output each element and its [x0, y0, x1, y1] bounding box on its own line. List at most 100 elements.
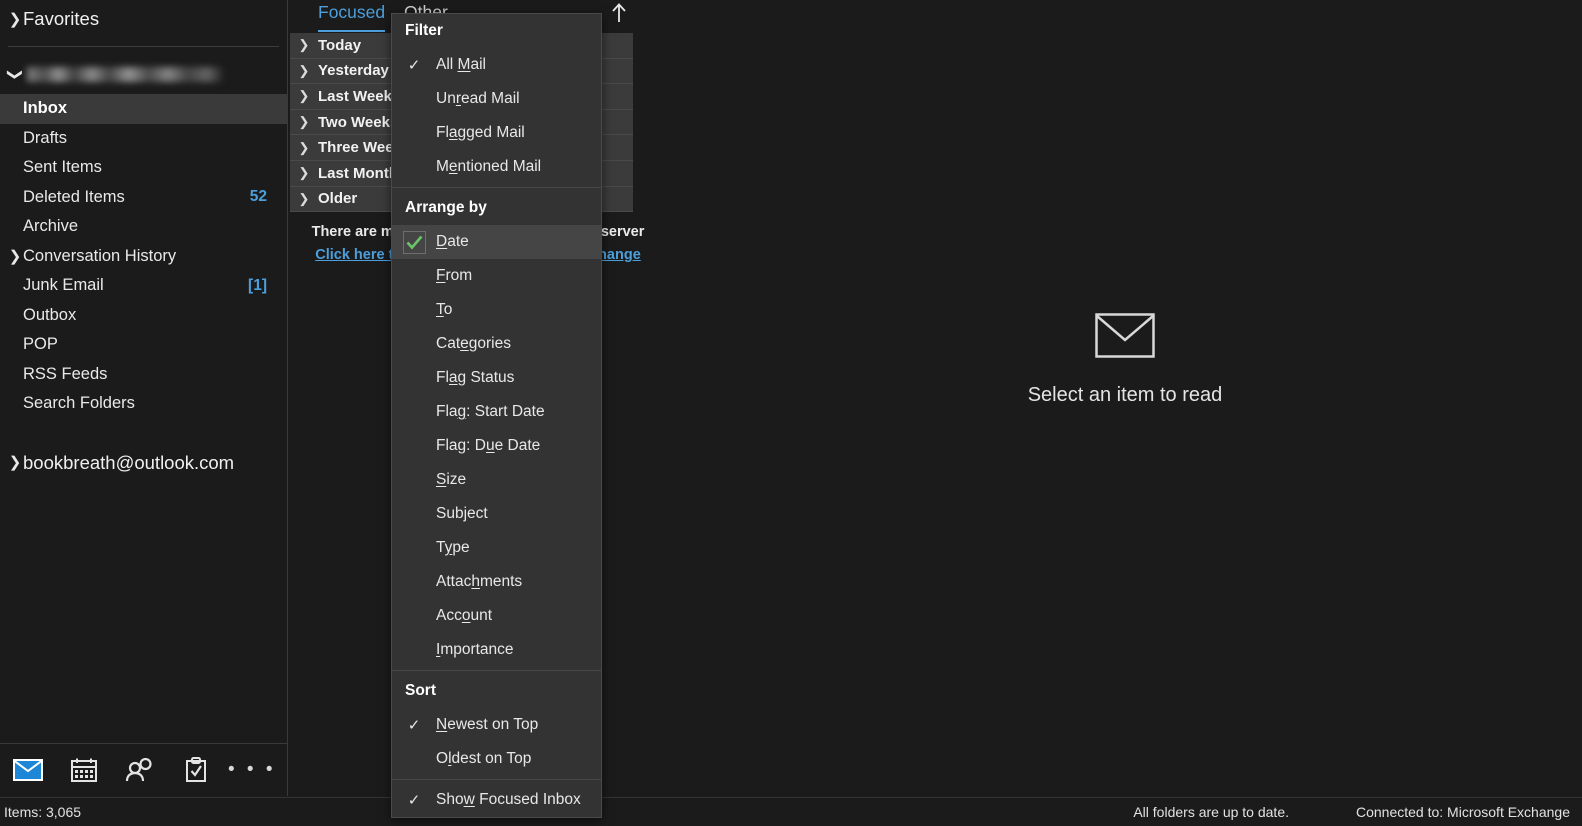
folder-label: POP	[23, 335, 58, 354]
sidebar-folder-search-folders[interactable]: Search Folders	[0, 389, 287, 419]
menu-item-importance[interactable]: Importance	[392, 633, 601, 667]
menu-item-attachments[interactable]: Attachments	[392, 565, 601, 599]
account-secondary-label: bookbreath@outlook.com	[23, 451, 235, 473]
menu-item-categories[interactable]: Categories	[392, 327, 601, 361]
folder-label: Search Folders	[23, 394, 135, 413]
menu-item-newest-on-top[interactable]: ✓ Newest on Top	[392, 708, 601, 742]
sidebar-folder-conversation-history[interactable]: ❯ Conversation History	[0, 242, 287, 272]
menu-item-flag-start-date[interactable]: Flag: Start Date	[392, 395, 601, 429]
folder-list: Inbox Drafts Sent Items Deleted Items 52 Arch…	[0, 94, 287, 419]
menu-item-size[interactable]: Size	[392, 463, 601, 497]
nav-calendar-button[interactable]	[56, 744, 112, 797]
menu-item-label: Flag Status	[436, 369, 515, 386]
status-items-count: Items: 3,065	[4, 804, 82, 820]
reading-pane: Select an item to read	[668, 0, 1582, 796]
menu-item-label: Flag: Start Date	[436, 403, 545, 420]
sidebar-folder-inbox[interactable]: Inbox	[0, 94, 287, 124]
menu-item-label: Oldest on Top	[436, 750, 532, 767]
chevron-down-icon: ❯	[6, 67, 24, 81]
folder-label: Inbox	[23, 99, 67, 118]
menu-item-label: Categories	[436, 335, 511, 352]
menu-item-label: Subject	[436, 505, 488, 522]
checkmark-icon: ✓	[407, 57, 421, 74]
folder-sidebar: ❯ Favorites ❯ Inbox Drafts Sent Items Delet…	[0, 0, 288, 796]
menu-item-label: Newest on Top	[436, 716, 539, 733]
nav-tasks-button[interactable]	[168, 744, 224, 797]
menu-item-label: Size	[436, 471, 467, 488]
menu-item-flag-due-date[interactable]: Flag: Due Date	[392, 429, 601, 463]
menu-item-label: Flag: Due Date	[436, 437, 541, 454]
folder-label: Drafts	[23, 128, 68, 147]
favorites-label: Favorites	[23, 8, 100, 29]
folder-count-badge: 52	[249, 188, 267, 206]
status-connection: Connected to: Microsoft Exchange	[1355, 804, 1570, 820]
sidebar-folder-drafts[interactable]: Drafts	[0, 124, 287, 154]
sidebar-folder-archive[interactable]: Archive	[0, 212, 287, 242]
outlook-window: ❯ Favorites ❯ Inbox Drafts Sent Items Delet…	[0, 0, 1582, 826]
menu-item-unread-mail[interactable]: Unread Mail	[392, 82, 601, 116]
folder-label: Junk Email	[23, 276, 104, 295]
calendar-icon	[71, 758, 97, 782]
menu-item-mentioned-mail[interactable]: Mentioned Mail	[392, 150, 601, 184]
sidebar-folder-sent-items[interactable]: Sent Items	[0, 153, 287, 183]
menu-section-sort-header: Sort	[405, 682, 436, 699]
sidebar-account-secondary[interactable]: ❯ bookbreath@outlook.com	[0, 443, 287, 483]
sidebar-account-primary[interactable]: ❯	[0, 54, 287, 94]
nav-more-button[interactable]: • • •	[224, 744, 280, 797]
folder-label: Deleted Items	[23, 187, 125, 206]
menu-item-flagged-mail[interactable]: Flagged Mail	[392, 116, 601, 150]
folder-label: RSS Feeds	[23, 364, 108, 383]
menu-item-flag-status[interactable]: Flag Status	[392, 361, 601, 395]
menu-section-filter-header: Filter	[405, 22, 443, 39]
menu-item-label: Mentioned Mail	[436, 158, 542, 175]
mail-icon	[13, 759, 43, 781]
more-icon: • • •	[227, 759, 276, 780]
menu-section-arrange-header: Arrange by	[405, 199, 487, 216]
tab-focused[interactable]: Focused	[318, 2, 386, 32]
menu-item-subject[interactable]: Subject	[392, 497, 601, 531]
menu-item-all-mail[interactable]: ✓ All Mail	[392, 48, 601, 82]
chevron-right-icon: ❯	[8, 454, 22, 471]
menu-filter-items: ✓ All Mail Unread Mail Flagged Mail Mentione…	[392, 48, 601, 184]
chevron-right-icon: ❯	[298, 190, 310, 206]
status-sync-state: All folders are up to date.	[1133, 804, 1289, 820]
menu-separator	[392, 670, 601, 671]
menu-item-label: From	[436, 267, 473, 284]
sidebar-divider	[8, 46, 279, 47]
folder-label: Outbox	[23, 305, 77, 324]
sidebar-folder-pop[interactable]: POP	[0, 330, 287, 360]
menu-item-to[interactable]: To	[392, 293, 601, 327]
module-navigation-bar: • • •	[0, 743, 288, 796]
chevron-right-icon: ❯	[298, 114, 310, 130]
nav-mail-button[interactable]	[0, 744, 56, 797]
menu-item-oldest-on-top[interactable]: Oldest on Top	[392, 742, 601, 776]
sort-arrow-button[interactable]	[609, 2, 629, 24]
menu-item-from[interactable]: From	[392, 259, 601, 293]
chevron-right-icon: ❯	[8, 10, 22, 28]
menu-item-account[interactable]: Account	[392, 599, 601, 633]
menu-item-label: Type	[436, 539, 470, 556]
sidebar-folder-outbox[interactable]: Outbox	[0, 301, 287, 331]
menu-separator	[392, 779, 601, 780]
menu-item-date[interactable]: Date	[392, 225, 601, 259]
folder-label: Sent Items	[23, 158, 102, 177]
sidebar-folder-rss-feeds[interactable]: RSS Feeds	[0, 360, 287, 390]
menu-item-label: Importance	[436, 641, 514, 658]
sidebar-folder-deleted-items[interactable]: Deleted Items 52	[0, 183, 287, 213]
menu-item-show-focused-inbox[interactable]: ✓ Show Focused Inbox	[392, 783, 601, 817]
green-checkmark-icon	[392, 230, 436, 254]
menu-item-label: Unread Mail	[436, 90, 520, 107]
menu-item-label: Flagged Mail	[436, 124, 525, 141]
menu-focused-inbox-item: ✓ Show Focused Inbox	[392, 783, 601, 817]
menu-item-type[interactable]: Type	[392, 531, 601, 565]
sidebar-folder-junk-email[interactable]: Junk Email [1]	[0, 271, 287, 301]
date-group-label: Last Month	[318, 164, 398, 182]
reading-pane-empty-text: Select an item to read	[1027, 384, 1223, 406]
arrow-up-icon	[612, 3, 626, 22]
menu-item-label: Show Focused Inbox	[436, 791, 581, 808]
menu-item-label: All Mail	[436, 56, 486, 73]
nav-people-button[interactable]	[112, 744, 168, 797]
menu-separator	[392, 187, 601, 188]
sidebar-favorites[interactable]: ❯ Favorites	[0, 0, 287, 38]
chevron-right-icon: ❯	[298, 139, 310, 155]
